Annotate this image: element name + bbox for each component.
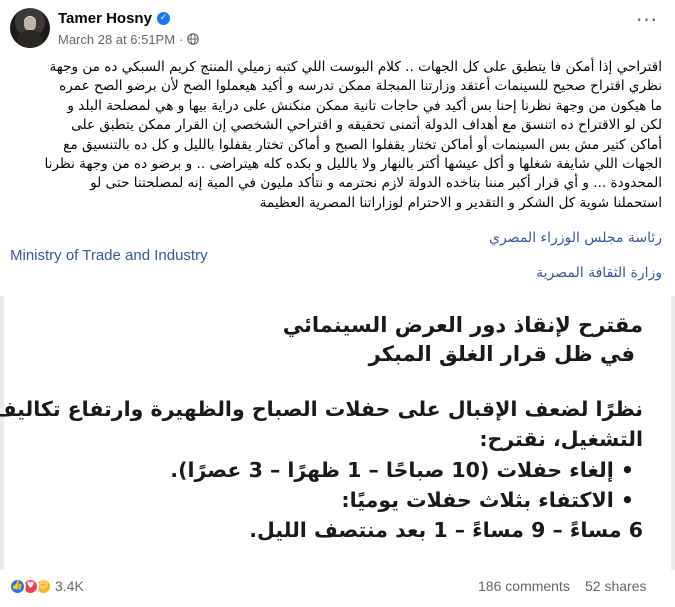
image-schedule-line: 6 مساءً – 9 مساءً – 1 بعد منتصف الليل.	[249, 518, 643, 542]
post-text-line: اقتراحي إذا أمكن فا يتطبق على كل الجهات …	[49, 59, 662, 75]
post-footer: 👍 ♥ ☺ 3.4K 186 comments 52 shares	[0, 572, 675, 602]
image-body-line: نظرًا لضعف الإقبال على حفلات الصباح والظ…	[0, 397, 643, 421]
tag-ministry-trade-link[interactable]: Ministry of Trade and Industry	[10, 247, 208, 264]
post-text-line: الجهات اللي شايفة شغلها و أكل عيشها أكتر…	[44, 156, 663, 173]
post-text: اقتراحي إذا أمكن فا يتطبق على كل الجهات …	[10, 58, 663, 213]
post-header: Tamer Hosny ✓ March 28 at 6:51PM · ···	[0, 0, 675, 52]
verified-badge-icon: ✓	[156, 11, 170, 25]
reaction-count[interactable]: 3.4K	[55, 578, 84, 594]
globe-icon	[187, 33, 200, 45]
author-row: Tamer Hosny ✓	[58, 9, 170, 27]
tag-ministry-culture-link[interactable]: وزارة الثقافة المصرية	[536, 265, 662, 281]
post-text-line: المحدودة ... و أي قرار أكبر مننا بتاخده …	[90, 175, 662, 192]
proposal-card: مقترح لإنقاذ دور العرض السينمائي في ظل ق…	[0, 296, 671, 570]
reaction-icons[interactable]: 👍 ♥ ☺	[9, 578, 52, 595]
post-text-line: استحملنا شوية كل الشكر و التقدير و الاحت…	[259, 194, 662, 211]
image-bullet: • إلغاء حفلات (10 صباحًا – 1 ظهرًا – 3 ع…	[170, 458, 634, 482]
post-meta: March 28 at 6:51PM ·	[58, 31, 200, 47]
meta-separator: ·	[179, 31, 184, 47]
tag-cabinet-link[interactable]: رئاسة مجلس الوزراء المصري	[489, 230, 662, 246]
post-text-line: لكن لو الاقتراح ده اتنسق مع أهداف الدولة…	[71, 117, 662, 134]
image-bullet: • الاكتفاء بثلاث حفلات يوميًا:	[341, 488, 634, 512]
like-icon: 👍	[9, 578, 26, 595]
post-text-line: ما هيكون من وجهة نظرنا إحنا بس أكيد في ح…	[67, 97, 662, 114]
post-image[interactable]: مقترح لإنقاذ دور العرض السينمائي في ظل ق…	[0, 296, 675, 570]
author-avatar[interactable]	[10, 8, 50, 48]
author-name[interactable]: Tamer Hosny	[58, 10, 152, 27]
post-timestamp[interactable]: March 28 at 6:51PM	[58, 32, 175, 47]
comments-count[interactable]: 186 comments	[478, 578, 570, 594]
post-text-line: أماكن كتير مش بس السينمات أو أماكن تختار…	[63, 136, 662, 153]
post-text-line: نظري اقتراح صحيح للسينمات أعتقد وزارتنا …	[59, 78, 662, 95]
image-title: مقترح لإنقاذ دور العرض السينمائي	[282, 313, 643, 337]
image-body-line: التشغيل، نقترح:	[479, 427, 643, 451]
more-options-icon[interactable]: ···	[633, 10, 661, 34]
shares-count[interactable]: 52 shares	[585, 578, 646, 594]
image-subtitle: في ظل قرار الغلق المبكر	[368, 342, 635, 366]
